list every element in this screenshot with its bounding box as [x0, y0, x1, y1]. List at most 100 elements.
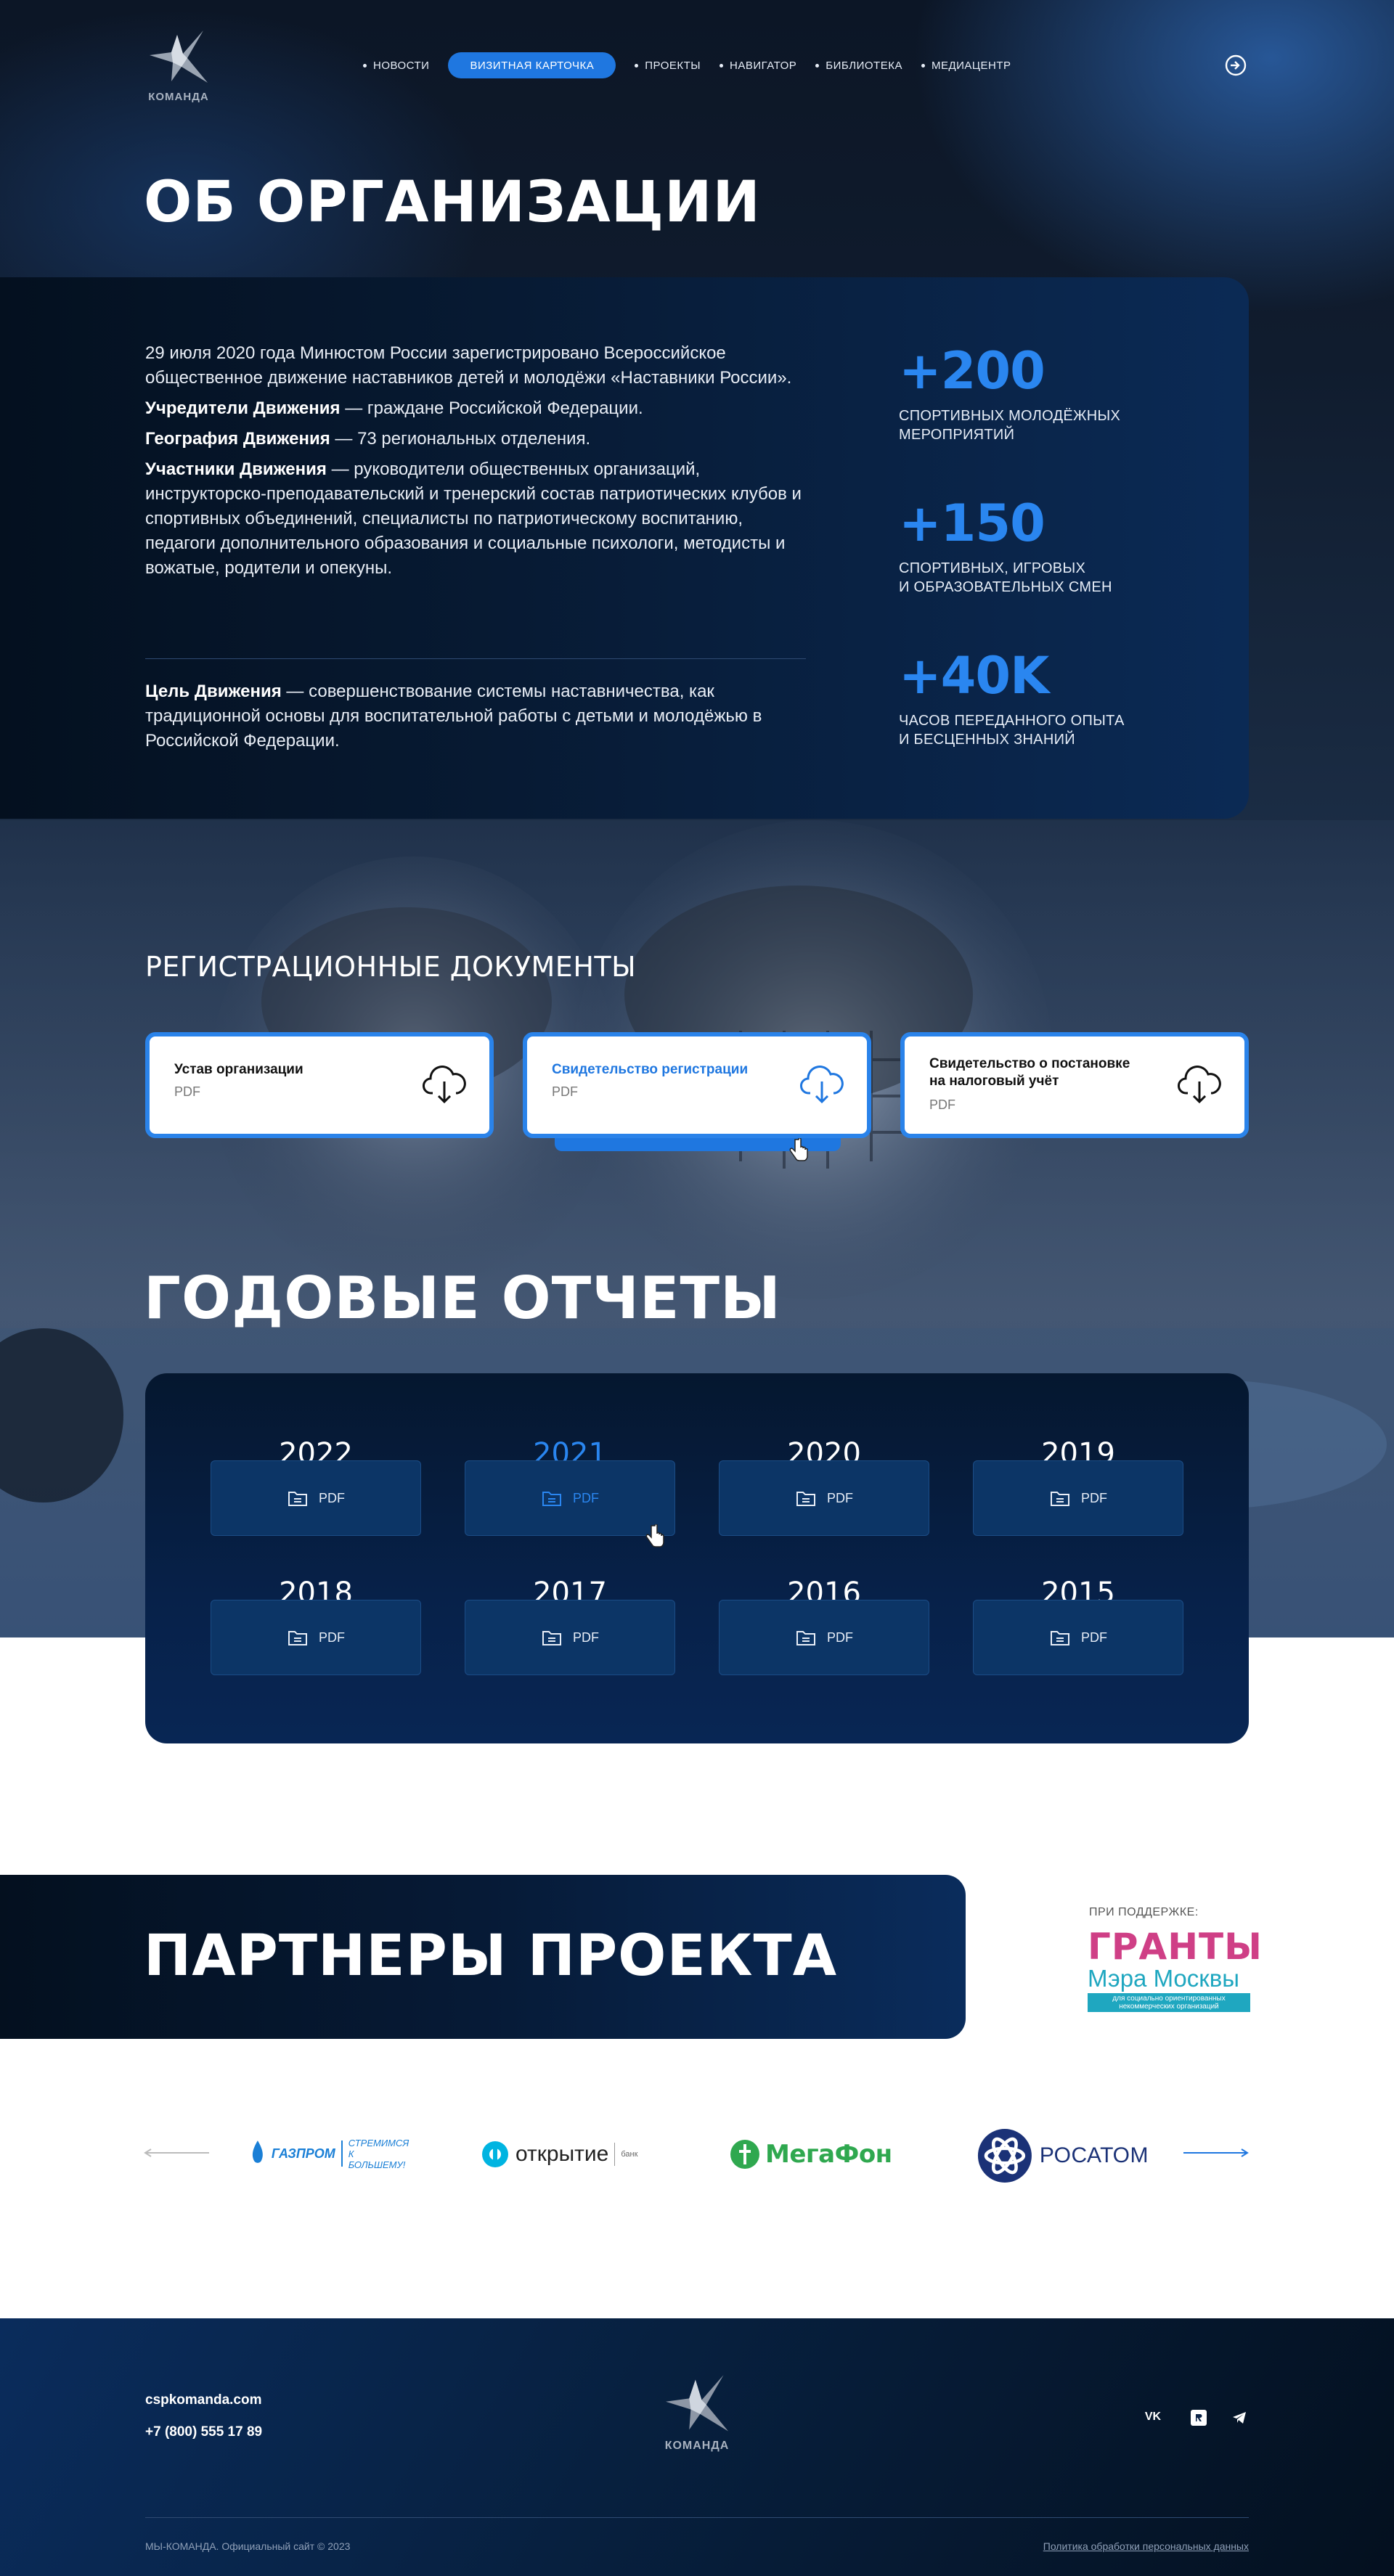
page-title: ОБ ОРГАНИЗАЦИИ — [144, 170, 761, 235]
report-pdf-button[interactable]: PDF — [465, 1460, 675, 1536]
nav-item-news[interactable]: НОВОСТИ — [363, 60, 429, 72]
grants-caption-line: для социально ориентированных — [1112, 1995, 1226, 2003]
privacy-policy-link[interactable]: Политика обработки персональных данных — [1043, 2540, 1249, 2552]
stat-label-line: МЕРОПРИЯТИЙ — [899, 427, 1015, 443]
gazprom-flame-icon — [252, 2140, 263, 2163]
reports-panel — [145, 1373, 1249, 1743]
folder-document-icon — [1051, 1631, 1069, 1645]
stat-label: СПОРТИВНЫХ МОЛОДЁЖНЫХ МЕРОПРИЯТИЙ — [899, 406, 1189, 444]
doc-card-tax[interactable]: Свидетельство о постановке на налоговый у… — [900, 1032, 1249, 1138]
login-icon — [1225, 54, 1247, 76]
bullet — [720, 63, 724, 68]
geo-text: — 73 региональных отделения. — [330, 429, 591, 449]
nav-item-media[interactable]: МЕДИАЦЕНТР — [921, 60, 1011, 72]
logo-separator — [341, 2140, 343, 2167]
footer-phone[interactable]: +7 (800) 555 17 89 — [145, 2424, 262, 2440]
otkritie-sub: банк — [621, 2150, 638, 2159]
doc-type: PDF — [929, 1097, 955, 1112]
hand-cursor-icon — [645, 1524, 664, 1547]
stat-value: +40K — [899, 646, 1049, 706]
gazprom-wordmark: ГАЗПРОМ СТРЕМИМСЯ К БОЛЬШЕМУ! — [272, 2138, 412, 2170]
nav-label: НАВИГАТОР — [730, 59, 797, 72]
slogan-line: К БОЛЬШЕМУ! — [348, 2148, 406, 2170]
folder-document-icon — [796, 1631, 815, 1645]
report-pdf-button[interactable]: PDF — [465, 1600, 675, 1675]
folder-document-icon — [796, 1492, 815, 1506]
grants-logo[interactable]: ГРАНТЫ Мэра Москвы для социально ориенти… — [1088, 1928, 1262, 2012]
bullet — [635, 63, 639, 68]
report-pdf-label: PDF — [827, 1490, 853, 1505]
report-pdf-label: PDF — [319, 1490, 345, 1505]
nav-item-business-card[interactable]: ВИЗИТНАЯ КАРТОЧКА — [448, 52, 616, 78]
main-nav: НОВОСТИ ВИЗИТНАЯ КАРТОЧКА ПРОЕКТЫ НАВИГА… — [363, 52, 1011, 78]
doc-type: PDF — [552, 1084, 578, 1099]
footer-logo[interactable]: КОМАНДА — [658, 2373, 736, 2459]
footer-site-link[interactable]: cspkomanda.com — [145, 2392, 262, 2408]
star-logo-icon — [666, 2375, 728, 2432]
report-pdf-label: PDF — [573, 1630, 599, 1645]
nav-item-library[interactable]: БИБЛИОТЕКА — [815, 60, 902, 72]
login-button[interactable] — [1224, 54, 1247, 77]
carousel-prev-arrow-icon[interactable] — [144, 2148, 211, 2157]
nav-label: МЕДИАЦЕНТР — [931, 59, 1011, 72]
members-label: Участники Движения — [145, 459, 327, 479]
geo-line: География Движения — 73 региональных отд… — [145, 427, 813, 451]
doc-card-charter[interactable]: Устав организации PDF — [145, 1032, 494, 1138]
rutube-icon[interactable] — [1191, 2410, 1207, 2426]
bullet — [363, 63, 367, 68]
logo-separator — [614, 2143, 616, 2166]
grants-subtitle: Мэра Москвы — [1088, 1965, 1239, 1992]
report-pdf-button[interactable]: PDF — [211, 1600, 421, 1675]
megafon-icon — [730, 2140, 759, 2169]
cloud-download-icon — [800, 1066, 844, 1104]
star-logo-icon — [150, 30, 208, 83]
site-logo[interactable]: КОМАНДА — [142, 29, 215, 103]
doc-title: Свидетельство регистрации — [552, 1062, 749, 1077]
stat-block: +40K ЧАСОВ ПЕРЕДАННОГО ОПЫТА И БЕСЦЕННЫХ … — [899, 646, 1189, 749]
report-pdf-label: PDF — [1081, 1630, 1107, 1645]
doc-type: PDF — [174, 1084, 200, 1099]
nav-label: БИБЛИОТЕКА — [826, 59, 902, 72]
slogan-line: СТРЕМИМСЯ — [348, 2137, 409, 2148]
partner-logo-rosatom[interactable]: РОСАТОМ — [977, 2125, 1149, 2186]
members-line: Участники Движения — руководители общест… — [145, 457, 813, 581]
vk-icon[interactable]: VK — [1144, 2408, 1162, 2426]
nav-label: ПРОЕКТЫ — [645, 59, 701, 72]
otkritie-wordmark: открытие — [515, 2142, 609, 2166]
stat-label: СПОРТИВНЫХ, ИГРОВЫХ И ОБРАЗОВАТЕЛЬНЫХ СМЕ… — [899, 559, 1189, 597]
report-pdf-label: PDF — [1081, 1490, 1107, 1505]
partner-logo-megafon[interactable]: МегаФон — [729, 2138, 910, 2170]
doc-card-registration[interactable]: Свидетельство регистрации PDF — [523, 1032, 871, 1138]
reports-title: ГОДОВЫЕ ОТЧЕТЫ — [144, 1264, 781, 1332]
report-pdf-button[interactable]: PDF — [973, 1460, 1183, 1536]
stat-label: ЧАСОВ ПЕРЕДАННОГО ОПЫТА И БЕСЦЕННЫХ ЗНАНИ… — [899, 711, 1189, 749]
nav-item-projects[interactable]: ПРОЕКТЫ — [635, 60, 701, 72]
stat-block: +150 СПОРТИВНЫХ, ИГРОВЫХ И ОБРАЗОВАТЕЛЬНЫ… — [899, 494, 1189, 597]
carousel-next-arrow-icon[interactable] — [1182, 2148, 1249, 2157]
telegram-icon[interactable] — [1231, 2410, 1247, 2426]
report-pdf-label: PDF — [573, 1490, 599, 1505]
grants-caption: для социально ориентированных некоммерчес… — [1088, 1993, 1250, 2012]
otkritie-circle-icon — [482, 2141, 508, 2167]
report-pdf-button[interactable]: PDF — [719, 1600, 929, 1675]
logo-text: КОМАНДА — [664, 2440, 730, 2452]
rosatom-atom-icon — [977, 2129, 1032, 2183]
rutube-glyph — [1196, 2414, 1202, 2421]
partners-title: ПАРТНЕРЫ ПРОЕКТА — [144, 1923, 838, 1989]
support-label: ПРИ ПОДДЕРЖКЕ: — [1089, 1906, 1199, 1918]
logo-text: КОМАНДА — [148, 91, 209, 103]
report-pdf-button[interactable]: PDF — [973, 1600, 1183, 1675]
megafon-wordmark: МегаФон — [765, 2140, 892, 2169]
nav-item-navigator[interactable]: НАВИГАТОР — [720, 60, 796, 72]
partner-logo-gazprom[interactable]: ГАЗПРОМ СТРЕМИМСЯ К БОЛЬШЕМУ! — [250, 2137, 412, 2170]
footer-divider — [145, 2517, 1249, 2518]
report-pdf-button[interactable]: PDF — [719, 1460, 929, 1536]
stat-label-line: СПОРТИВНЫХ, ИГРОВЫХ — [899, 560, 1086, 576]
gazprom-slogan: СТРЕМИМСЯ К БОЛЬШЕМУ! — [348, 2138, 412, 2170]
report-pdf-button[interactable]: PDF — [211, 1460, 421, 1536]
cloud-download-icon — [423, 1066, 466, 1104]
goal-line: Цель Движения — совершенствование систем… — [145, 679, 784, 753]
nav-label: ВИЗИТНАЯ КАРТОЧКА — [470, 59, 595, 72]
doc-title-line: на налоговый учёт — [929, 1074, 1059, 1089]
partner-logo-otkritie[interactable]: открытие банк — [481, 2138, 669, 2170]
